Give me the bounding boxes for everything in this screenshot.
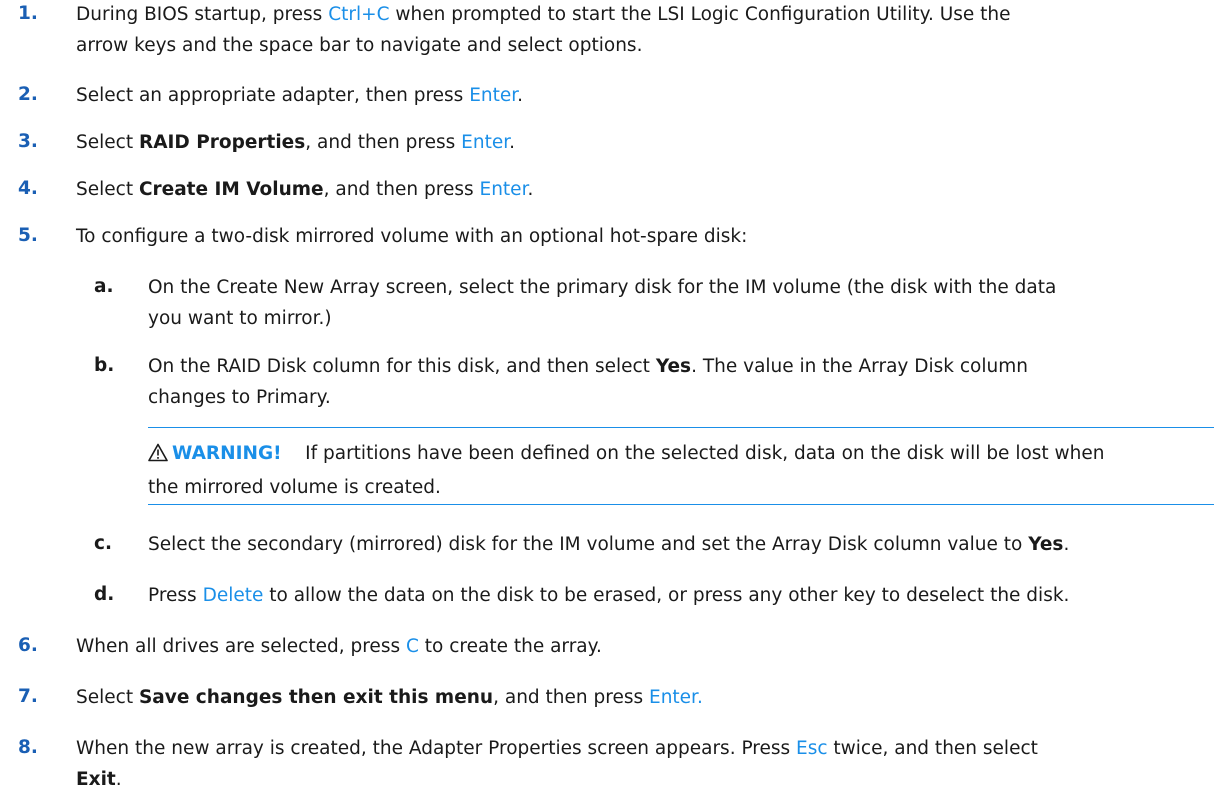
step-number: 1.	[18, 3, 38, 24]
key-esc: Esc	[796, 738, 828, 759]
step-number: 6.	[18, 635, 38, 656]
step-text: Select RAID Properties, and then press E…	[76, 132, 516, 153]
substep-letter: b.	[94, 355, 115, 376]
step-number: 3.	[18, 131, 38, 152]
step-number: 2.	[18, 84, 38, 105]
step-text: Select Save changes then exit this menu,…	[76, 687, 703, 708]
step-number: 7.	[18, 686, 38, 707]
substep-letter: c.	[94, 533, 112, 554]
key-enter: Enter.	[649, 687, 703, 708]
substep-text: On the Create New Array screen, select t…	[148, 277, 1057, 329]
substep-letter: a.	[94, 276, 114, 297]
step-text: When the new array is created, the Adapt…	[76, 738, 1038, 790]
key-enter: Enter	[469, 85, 518, 106]
key-delete: Delete	[202, 585, 264, 606]
warning-label: WARNING!	[172, 443, 282, 464]
warning-bottom-rule	[148, 504, 1214, 505]
substep-text: On the RAID Disk column for this disk, a…	[148, 356, 1028, 408]
key-c: C	[405, 636, 419, 657]
step-number: 8.	[18, 737, 38, 758]
substep-letter: d.	[94, 584, 115, 605]
warning-text: WARNING! If partitions have been defined…	[148, 441, 1105, 498]
substep-text: Press Delete to allow the data on the di…	[148, 585, 1070, 606]
key-enter: Enter	[461, 132, 510, 153]
step-text: When all drives are selected, press C to…	[76, 636, 602, 657]
step-text: During BIOS startup, press Ctrl+C when p…	[76, 4, 1011, 56]
step-text: Select an appropriate adapter, then pres…	[76, 85, 524, 106]
key-enter: Enter	[479, 179, 528, 200]
key-ctrl-c: Ctrl+C	[328, 4, 390, 25]
warning-top-rule	[148, 427, 1214, 428]
substep-text: Select the secondary (mirrored) disk for…	[148, 534, 1070, 555]
step-number: 5.	[18, 225, 38, 246]
step-text: Select Create IM Volume, and then press …	[76, 179, 534, 200]
step-number: 4.	[18, 178, 38, 199]
step-text: To configure a two-disk mirrored volume …	[76, 226, 748, 247]
warning-triangle-icon	[148, 441, 168, 472]
